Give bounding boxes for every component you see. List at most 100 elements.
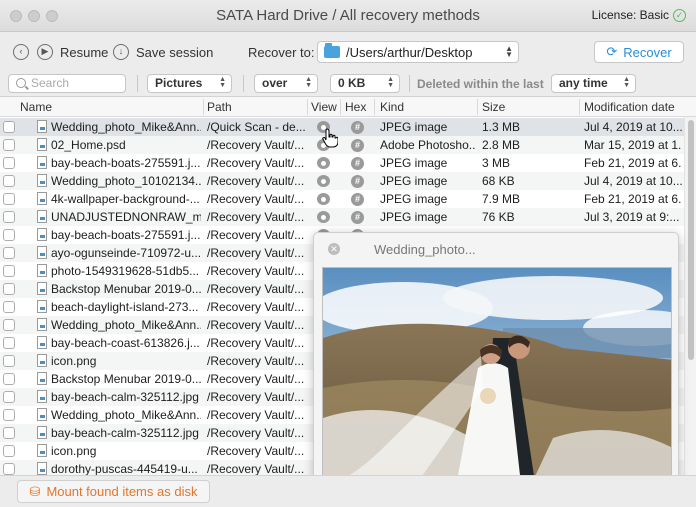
row-checkbox[interactable] (3, 229, 15, 241)
image-file-icon (37, 210, 47, 223)
row-checkbox[interactable] (3, 355, 15, 367)
row-checkbox[interactable] (3, 193, 15, 205)
file-path: /Recovery Vault/... (207, 336, 305, 350)
divider (243, 75, 244, 92)
row-checkbox[interactable] (3, 157, 15, 169)
file-type-select[interactable]: Pictures ▲ ▼ (147, 74, 232, 93)
size-operator-select[interactable]: over ▲ ▼ (254, 74, 318, 93)
row-checkbox[interactable] (3, 175, 15, 187)
folder-icon (324, 43, 340, 58)
column-size[interactable]: Size (482, 100, 505, 114)
column-path[interactable]: Path (207, 100, 232, 114)
title-bar: SATA Hard Drive / All recovery methods L… (0, 0, 696, 32)
vertical-scrollbar[interactable] (684, 117, 696, 475)
hash-icon[interactable]: # (351, 157, 364, 170)
play-icon[interactable]: ▶ (37, 44, 53, 60)
row-checkbox[interactable] (3, 121, 15, 133)
recover-button-label: Recover (623, 44, 672, 60)
file-name: 4k-wallpaper-background-... (51, 192, 200, 206)
hash-icon[interactable]: # (351, 139, 364, 152)
row-checkbox[interactable] (3, 319, 15, 331)
row-checkbox[interactable] (3, 427, 15, 439)
row-checkbox[interactable] (3, 337, 15, 349)
table-row[interactable]: 02_Home.psd/Recovery Vault/... # Adobe Pho… (0, 136, 684, 154)
table-row[interactable]: 4k-wallpaper-background-... /Recovery Vau… (0, 190, 684, 208)
divider (137, 75, 138, 92)
size-value-select[interactable]: 0 KB ▲ ▼ (330, 74, 400, 93)
file-name: Wedding_photo_Mike&Ann... (51, 120, 201, 134)
hash-icon[interactable]: # (351, 121, 364, 134)
resume-button[interactable]: Resume (60, 45, 108, 60)
column-kind[interactable]: Kind (380, 100, 404, 114)
file-name: photo-1549319628-51db5... (51, 264, 200, 278)
table-row[interactable]: bay-beach-boats-275591.j... /Recovery Vau… (0, 154, 684, 172)
hash-icon[interactable]: # (351, 211, 364, 224)
table-row[interactable]: Wedding_photo_10102134... /Recovery Vault… (0, 172, 684, 190)
table-row[interactable]: UNADJUSTEDNONRAW_mi... /Recovery Vault/..… (0, 208, 684, 226)
file-type-value: Pictures (155, 76, 203, 90)
scrollbar-thumb[interactable] (688, 120, 694, 360)
row-checkbox[interactable] (3, 409, 15, 421)
row-checkbox[interactable] (3, 391, 15, 403)
preview-popover: ✕ Wedding_photo... (313, 232, 679, 506)
file-date: Jul 4, 2019 at 10... (584, 174, 682, 188)
filter-bar: Search Pictures ▲ ▼ over ▲ ▼ 0 KB ▲ ▼ Delet… (0, 70, 696, 97)
chevron-updown-icon: ▲ ▼ (505, 44, 513, 59)
deleted-within-label: Deleted within the last (417, 77, 544, 91)
time-range-value: any time (559, 76, 608, 90)
time-range-select[interactable]: any time ▲ ▼ (551, 74, 636, 93)
row-checkbox[interactable] (3, 283, 15, 295)
row-checkbox[interactable] (3, 373, 15, 385)
file-path: /Quick Scan - de... (207, 120, 305, 134)
recover-path-select[interactable]: /Users/arthur/Desktop ▲ ▼ (317, 41, 519, 63)
file-path: /Recovery Vault/... (207, 372, 305, 386)
row-checkbox[interactable] (3, 265, 15, 277)
bottom-bar: ⛁ Mount found items as disk (0, 475, 696, 507)
file-size: 3 MB (482, 156, 511, 170)
wedding-photo-illustration (323, 268, 671, 500)
file-path: /Recovery Vault/... (207, 246, 305, 260)
file-path: /Recovery Vault/... (207, 138, 305, 152)
file-date: Feb 21, 2019 at 6... (584, 156, 682, 170)
file-date: Feb 21, 2019 at 6... (584, 192, 682, 206)
column-name[interactable]: Name (20, 100, 52, 114)
eye-icon[interactable] (317, 211, 330, 223)
license-status[interactable]: License: Basic ✓ (592, 8, 686, 22)
search-input[interactable]: Search (8, 74, 126, 93)
mount-disk-button[interactable]: ⛁ Mount found items as disk (17, 480, 210, 503)
image-file-icon (37, 300, 47, 313)
file-path: /Recovery Vault/... (207, 210, 305, 224)
hash-icon[interactable]: # (351, 175, 364, 188)
row-checkbox[interactable] (3, 247, 15, 259)
file-kind: JPEG image (380, 120, 448, 134)
file-size: 68 KB (482, 174, 515, 188)
file-date: Mar 15, 2019 at 1... (584, 138, 682, 152)
image-file-icon (37, 426, 47, 439)
image-file-icon (37, 174, 47, 187)
row-checkbox[interactable] (3, 463, 15, 475)
row-checkbox[interactable] (3, 445, 15, 457)
image-file-icon (37, 462, 47, 475)
column-modification-date[interactable]: Modification date (584, 100, 675, 114)
eye-icon[interactable] (317, 193, 330, 205)
eye-icon[interactable] (317, 157, 330, 169)
file-name: Wedding_photo_Mike&Ann... (51, 318, 201, 332)
row-checkbox[interactable] (3, 301, 15, 313)
row-checkbox[interactable] (3, 211, 15, 223)
table-row[interactable]: Wedding_photo_Mike&Ann... /Quick Scan - d… (0, 118, 684, 136)
recover-button[interactable]: ⟳ Recover (594, 41, 684, 63)
save-session-button[interactable]: Save session (136, 45, 213, 60)
row-checkbox[interactable] (3, 139, 15, 151)
column-hex[interactable]: Hex (345, 100, 366, 114)
back-icon[interactable]: ‹ (13, 44, 29, 60)
download-icon[interactable]: ↓ (113, 44, 129, 60)
image-file-icon (37, 354, 47, 367)
close-icon[interactable]: ✕ (328, 243, 340, 255)
column-view[interactable]: View (311, 100, 337, 114)
eye-icon[interactable] (317, 175, 330, 187)
file-name: beach-daylight-island-273... (51, 300, 199, 314)
search-icon (16, 78, 26, 88)
hash-icon[interactable]: # (351, 193, 364, 206)
file-kind: JPEG image (380, 210, 448, 224)
image-file-icon (37, 390, 47, 403)
